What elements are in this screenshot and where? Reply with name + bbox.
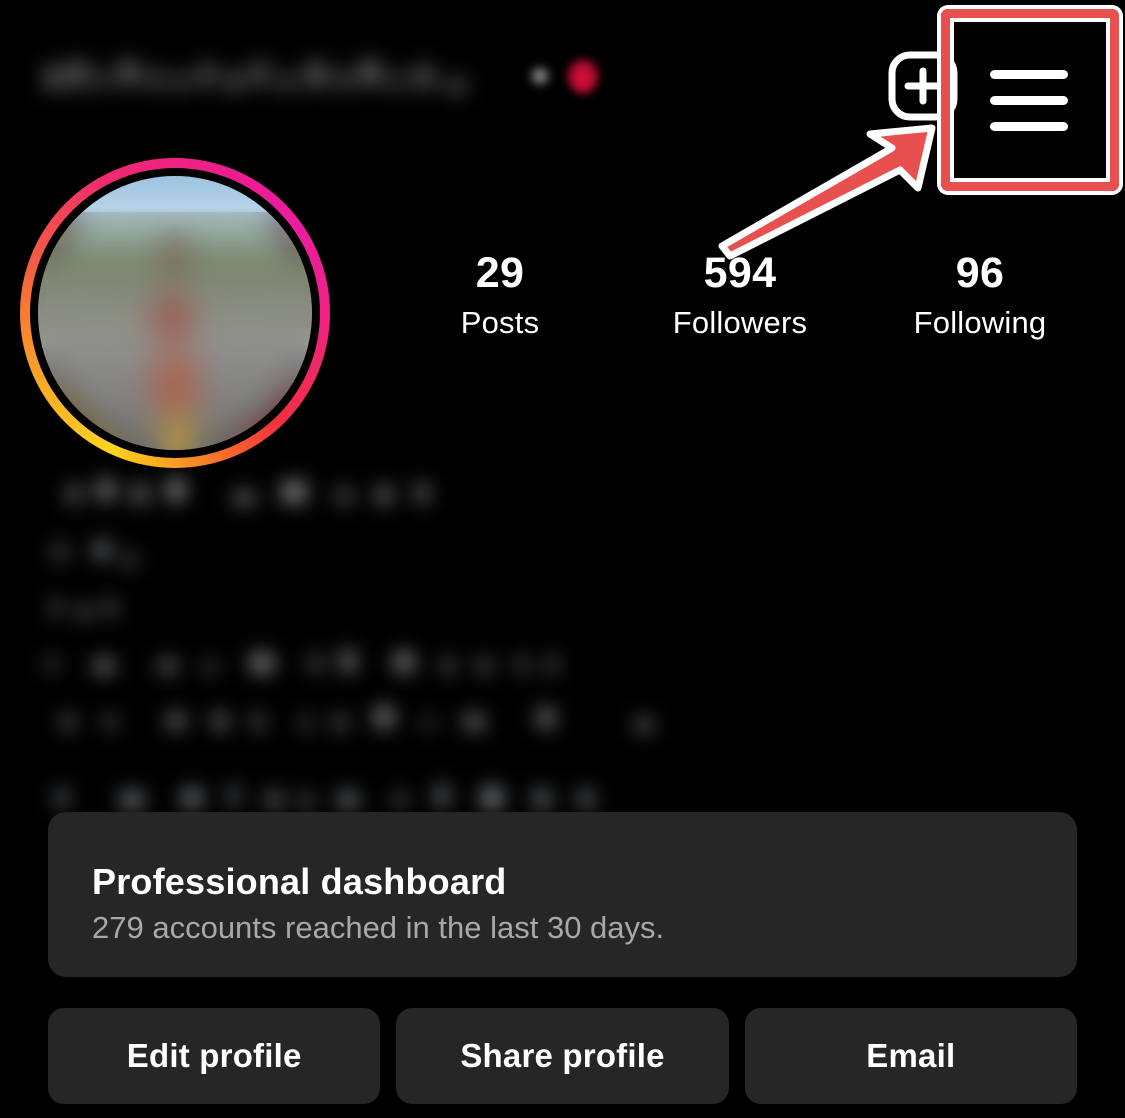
username-text-redacted — [44, 48, 514, 104]
share-profile-button[interactable]: Share profile — [396, 1008, 729, 1104]
bio-line-1-redacted — [44, 470, 584, 516]
posts-count: 29 — [475, 249, 525, 297]
instagram-profile-screen: 29 Posts 594 Followers 96 Following Prof… — [0, 0, 1125, 1118]
username-separator-dot — [532, 68, 548, 84]
edit-profile-button[interactable]: Edit profile — [48, 1008, 381, 1104]
hamburger-menu-icon — [990, 69, 1068, 79]
profile-action-buttons: Edit profile Share profile Email — [48, 1008, 1077, 1104]
followers-label: Followers — [672, 305, 808, 340]
heart-emoji-icon — [566, 58, 600, 94]
stat-following[interactable]: 96 Following — [860, 246, 1100, 346]
profile-avatar[interactable] — [20, 158, 330, 468]
hamburger-bar-bottom — [990, 121, 1068, 131]
profile-stats: 29 Posts 594 Followers 96 Following — [380, 246, 1100, 346]
bio-line-4-redacted — [44, 642, 744, 684]
bio-line-3-redacted — [44, 588, 204, 628]
username-area[interactable] — [44, 48, 600, 104]
stat-followers[interactable]: 594 Followers — [620, 246, 860, 346]
followers-count: 594 — [703, 249, 777, 297]
hamburger-bar-middle — [990, 95, 1068, 105]
profile-header-bar — [0, 0, 1125, 191]
following-label: Following — [913, 305, 1047, 340]
profile-bio — [44, 470, 1044, 834]
email-button[interactable]: Email — [744, 1008, 1077, 1104]
bio-line-2-redacted — [44, 530, 214, 574]
following-count: 96 — [955, 249, 1005, 297]
professional-dashboard-title: Professional dashboard — [92, 861, 507, 902]
bio-line-5-redacted — [44, 698, 874, 740]
professional-dashboard-subtitle: 279 accounts reached in the last 30 days… — [92, 910, 665, 945]
stat-posts[interactable]: 29 Posts — [380, 246, 620, 346]
avatar-image-redacted — [38, 176, 312, 450]
avatar-privacy-blur — [46, 211, 304, 450]
professional-dashboard-card[interactable]: Professional dashboard 279 accounts reac… — [48, 812, 1077, 977]
posts-label: Posts — [460, 305, 540, 340]
hamburger-menu-button[interactable] — [959, 30, 1099, 170]
